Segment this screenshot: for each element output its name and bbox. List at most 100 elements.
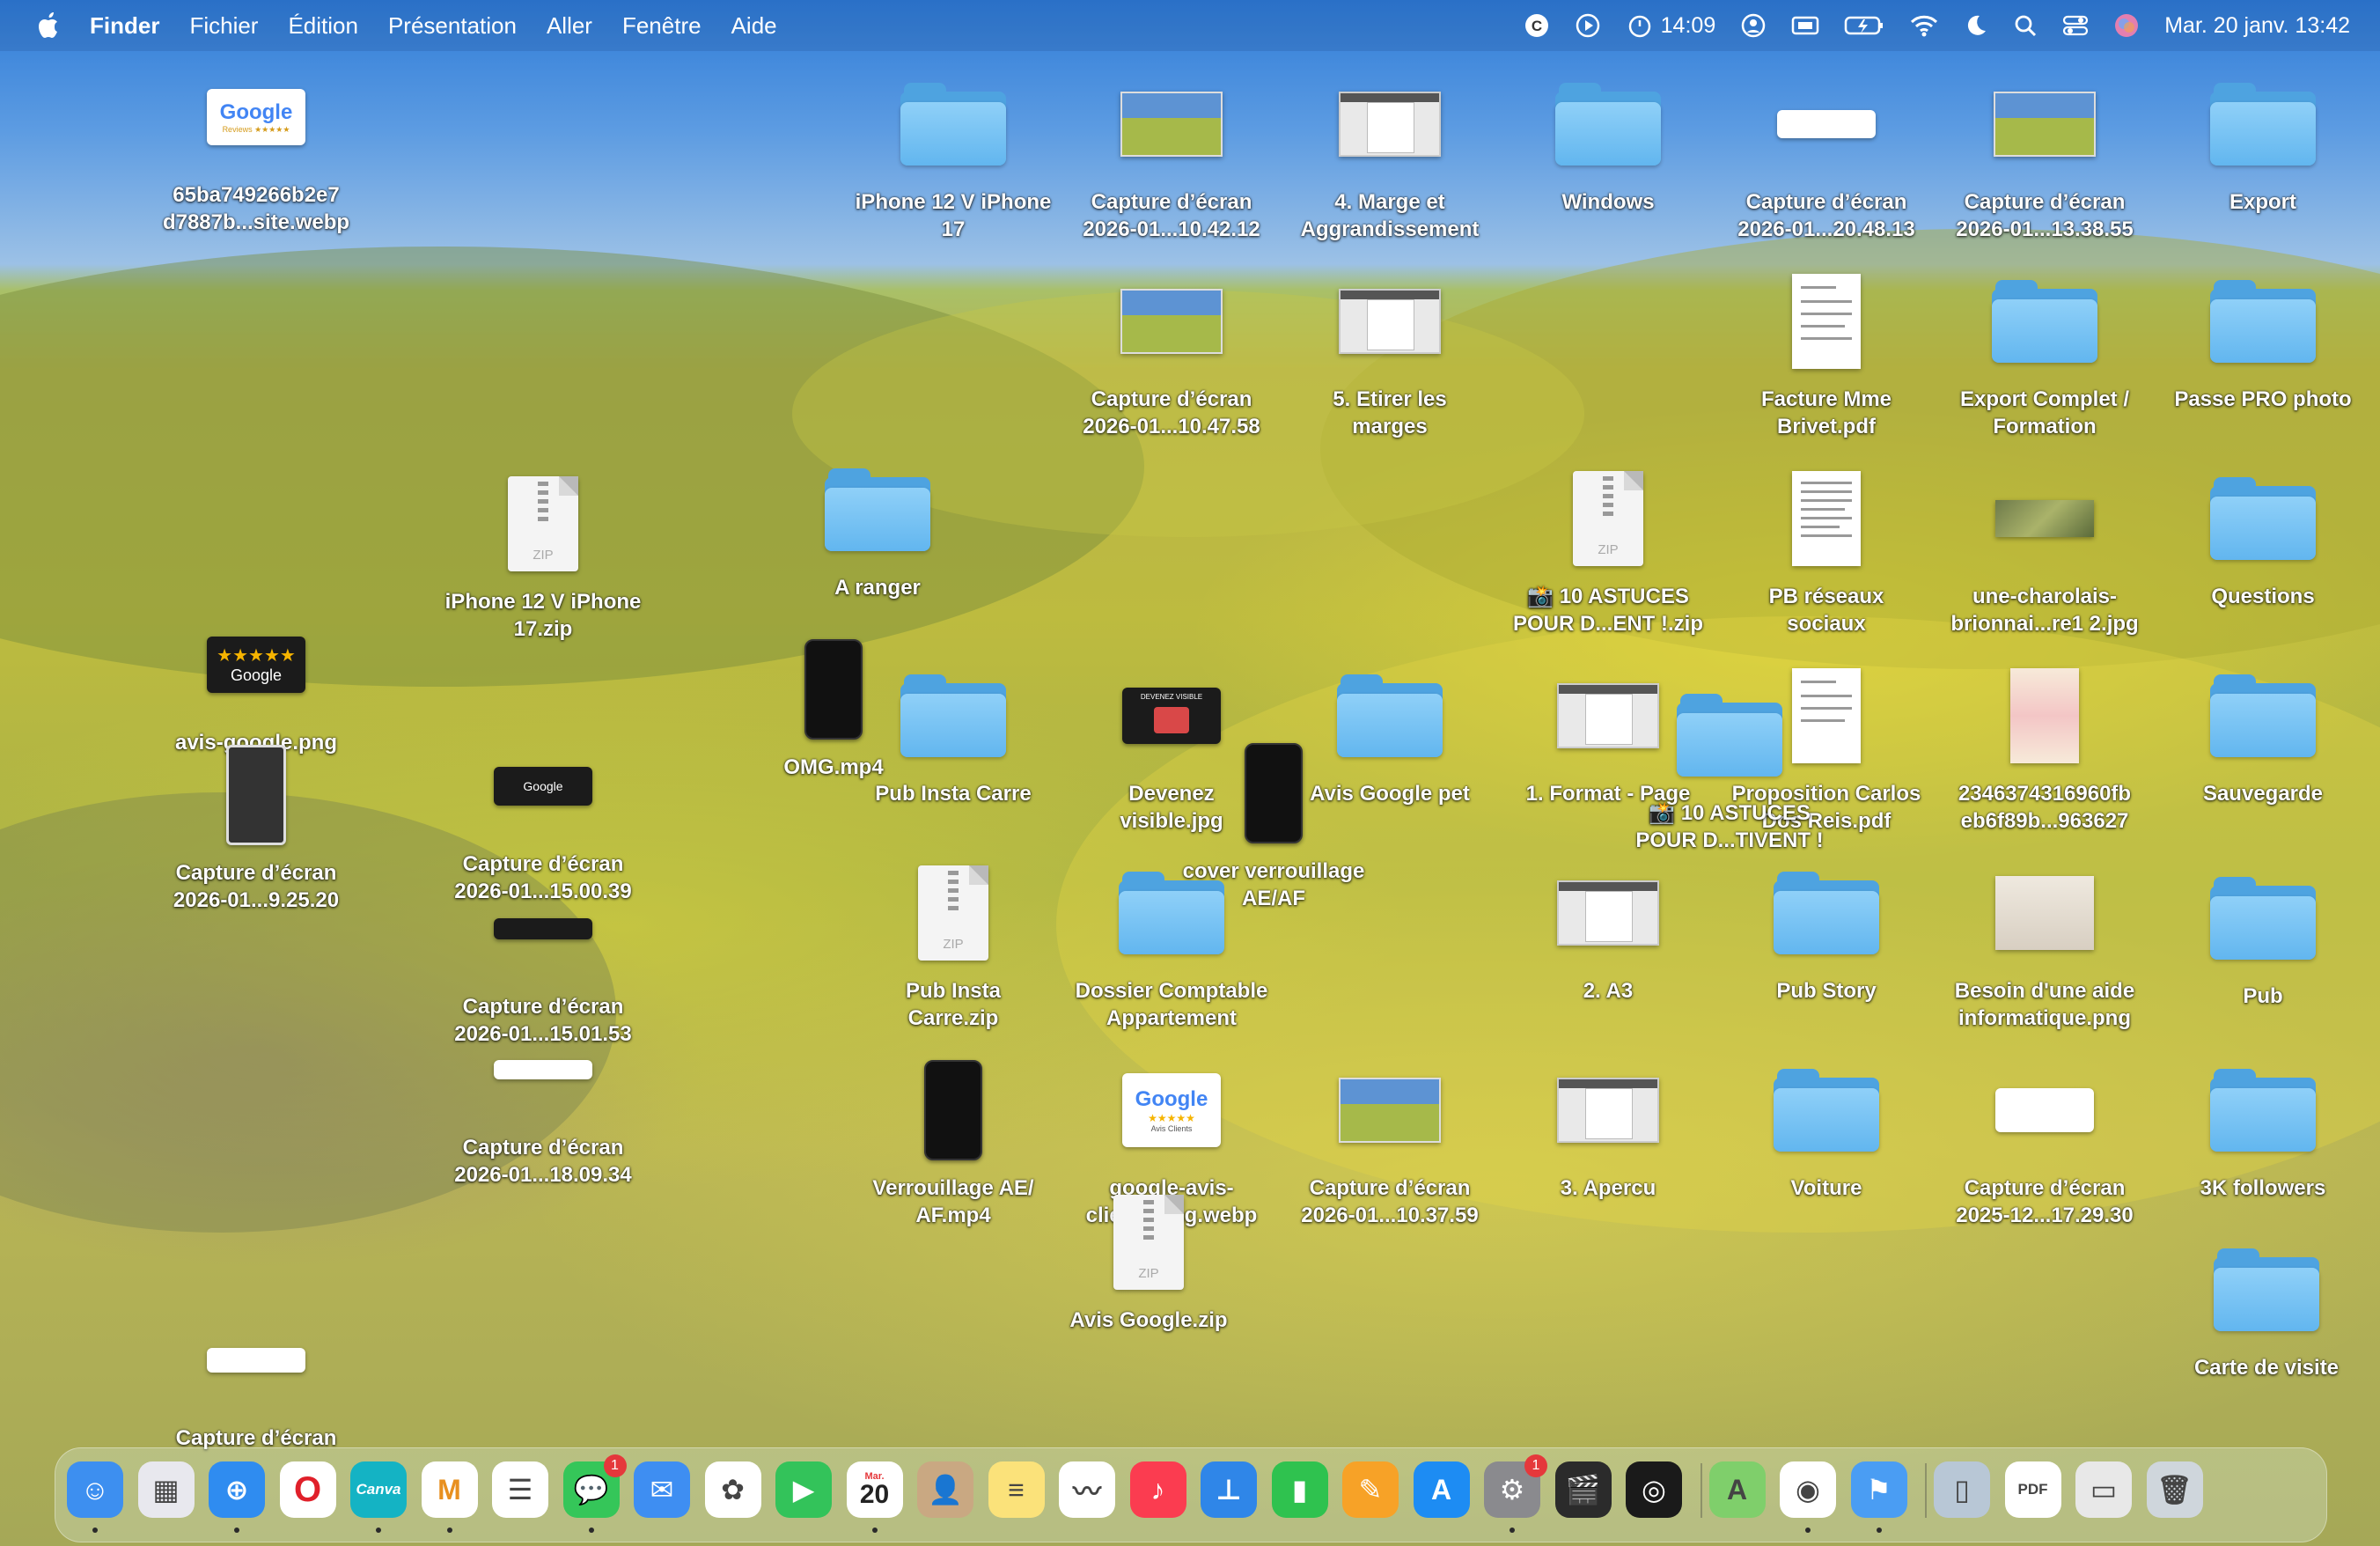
desktop-file-pdf[interactable]: Facture Mme Brivet.pdf [1718,264,1935,440]
desktop-file-screenshot[interactable]: 5. Etirer les marges [1282,264,1498,440]
claquette-icon[interactable]: 🎬 [1554,1461,1612,1518]
desktop-file-pdf[interactable]: PB réseaux sociaux [1718,461,1935,637]
desktop-file-screenshot[interactable]: Capture d’écran [148,1303,364,1452]
desktop-folder[interactable]: Pub Insta Carre [845,659,1061,807]
desktop-file-mp4[interactable]: Verrouillage AE/ AF.mp4 [845,1053,1061,1229]
desktop-file-zip[interactable]: ZIP Avis Google.zip [1040,1185,1257,1334]
mail-icon[interactable]: ✉ [634,1461,690,1518]
wifi-icon[interactable] [1909,13,1939,38]
display-icon[interactable] [1791,13,1819,38]
music-icon[interactable]: ♪ [1129,1461,1186,1518]
claquette-glyph: 🎬 [1565,1474,1601,1506]
desktop-file-png[interactable]: Besoin d'une aide informatique.png [1936,856,2153,1032]
menu-fichier[interactable]: Fichier [189,12,258,40]
desktop-folder[interactable]: Dossier Comptable Appartement [1063,856,1280,1032]
m-app-icon[interactable]: M [421,1461,478,1518]
desktop-icon-label: Questions [2211,585,2315,608]
desktop-file-screenshot[interactable]: Capture d’écran 2026-01...10.42.12 [1063,67,1280,243]
search-icon[interactable] [2013,13,2038,38]
pages-icon[interactable]: ✎ [1342,1461,1399,1518]
desktop-folder[interactable]: Passe PRO photo [2155,264,2371,413]
desktop-folder[interactable]: Carte de visite [2158,1233,2375,1381]
desktop-file-screenshot[interactable]: 2. A3 [1500,856,1716,1005]
desktop-file-zip[interactable]: ZIP 📸 10 ASTUCES POUR D...ENT !.zip [1500,461,1716,637]
trash-glyph: 🗑 [2156,1474,2193,1506]
aperture-icon[interactable]: ◎ [1626,1461,1682,1518]
desktop-file-screenshot[interactable]: Capture d’écran 2026-01...10.37.59 [1282,1053,1498,1229]
desktop-folder[interactable]: A ranger [769,453,986,601]
desktop-file-screenshot[interactable]: 4. Marge et Aggrandissement [1282,67,1498,243]
timer-status[interactable]: 14:09 [1626,11,1715,40]
menu-aide[interactable]: Aide [731,12,777,40]
apple-menu-icon[interactable] [35,11,63,40]
desktop-folder[interactable]: Export [2155,67,2371,216]
opera-glyph: O [293,1469,322,1509]
c-circle-icon[interactable]: C [1524,12,1550,39]
desktop-file-screenshot[interactable]: Capture d’écran 2026-01...9.25.20 [148,738,364,914]
desktop-folder[interactable]: Windows [1500,67,1716,216]
menu-aller[interactable]: Aller [547,12,592,40]
desktop-folder[interactable]: Questions [2155,461,2371,610]
siri-icon[interactable] [2113,12,2140,39]
desktop-folder[interactable]: 📸 10 ASTUCES POUR D...TIVENT ! [1621,678,1838,854]
window-screenshot-thumbnail [1333,264,1447,379]
preview-glyph: ⚑ [1866,1474,1892,1506]
white-strip-thumbnail [486,1012,600,1127]
desktop-file-screenshot[interactable]: Capture d’écran 2026-01...18.09.34 [435,1012,651,1189]
desktop-folder[interactable]: Export Complet / Formation [1936,264,2153,440]
desktop-file-jpg[interactable]: une-charolais- brionnai...re1 2.jpg [1936,461,2153,637]
desktop-file-screenshot[interactable]: 3. Apercu [1500,1053,1716,1202]
canva-icon[interactable]: Canva [350,1461,407,1518]
finder-icon[interactable]: ☺ [67,1461,123,1518]
desktop-file-screenshot[interactable]: Capture d’écran 2025-12...17.29.30 [1936,1053,2153,1229]
calendar-icon[interactable]: Mar. 20 [846,1461,903,1518]
document-stack-icon[interactable]: PDF [2004,1461,2061,1518]
opera-icon[interactable]: O [279,1461,336,1518]
desktop-folder[interactable]: 3K followers [2155,1053,2371,1202]
battery-charging-icon[interactable] [1844,14,1884,37]
keynote-icon[interactable]: ⊥ [1201,1461,1257,1518]
desktop-folder[interactable]: Voiture [1718,1053,1935,1202]
moon-icon[interactable] [1964,13,1988,38]
facetime-icon[interactable]: ▶ [775,1461,832,1518]
desktop-folder[interactable]: Pub [2155,861,2371,1010]
reminders-icon[interactable]: ☰ [492,1461,548,1518]
launchpad-icon[interactable]: ▦ [137,1461,195,1518]
chrome-icon[interactable]: ◉ [1780,1461,1836,1518]
desktop-icon-label: A ranger [834,576,921,600]
preview-icon[interactable]: ⚑ [1850,1461,1907,1518]
play-circle-icon[interactable] [1575,12,1601,39]
screenshots-stack-icon[interactable]: ▭ [2075,1461,2132,1518]
screenshot-thumbnail [1114,67,1229,181]
numbers-icon[interactable]: ▮ [1271,1461,1328,1518]
desktop-file-png[interactable]: ★★★★★ Google avis-google.png [148,607,364,756]
folder-icon [1769,1053,1884,1167]
menu-app-finder[interactable]: Finder [90,12,159,40]
trash-icon[interactable]: 🗑 [2146,1461,2203,1518]
desktop-file-zip[interactable]: ZIP Pub Insta Carre.zip [845,856,1061,1032]
menu-presentation[interactable]: Présentation [388,12,517,40]
photos-icon[interactable]: ✿ [704,1461,761,1518]
freeform-icon[interactable]: 〰 [1059,1461,1115,1518]
desktop-file-screenshot[interactable]: Capture d’écran 2026-01...20.48.13 [1718,67,1935,243]
desktop-file-zip[interactable]: ZIP iPhone 12 V iPhone 17.zip [435,467,651,643]
menu-fenetre[interactable]: Fenêtre [622,12,702,40]
safari-icon[interactable]: ⊕ [209,1461,265,1518]
app-store-icon[interactable]: A [1413,1461,1470,1518]
maps-icon[interactable]: A [1708,1461,1766,1518]
desktop-file-screenshot[interactable]: Capture d’écran 2026-01...13.38.55 [1936,67,2153,243]
contacts-icon[interactable]: 👤 [917,1461,973,1518]
clock-datetime[interactable]: Mar. 20 janv. 13:42 [2164,13,2350,39]
menu-edition[interactable]: Édition [288,12,358,40]
desktop-folder[interactable]: Pub Story [1718,856,1935,1005]
desktop-folder[interactable]: iPhone 12 V iPhone 17 [845,67,1061,243]
user-circle-icon[interactable] [1740,12,1767,39]
desktop-file-webp[interactable]: Google Reviews ★★★★★ 65ba749266b2e7 d788… [148,60,364,236]
desktop-folder[interactable]: Sauvegarde [2155,659,2371,807]
control-center-icon[interactable] [2062,13,2089,38]
desktop-icon-label: Pub Story [1776,979,1877,1003]
downloads-stack-icon[interactable]: ▯ [1934,1461,1990,1518]
notes-icon[interactable]: ≡ [988,1461,1045,1518]
desktop-file-screenshot[interactable]: Capture d’écran 2026-01...10.47.58 [1063,264,1280,440]
desktop-file-image[interactable]: 2346374316960fb eb6f89b...963627 [1936,659,2153,835]
